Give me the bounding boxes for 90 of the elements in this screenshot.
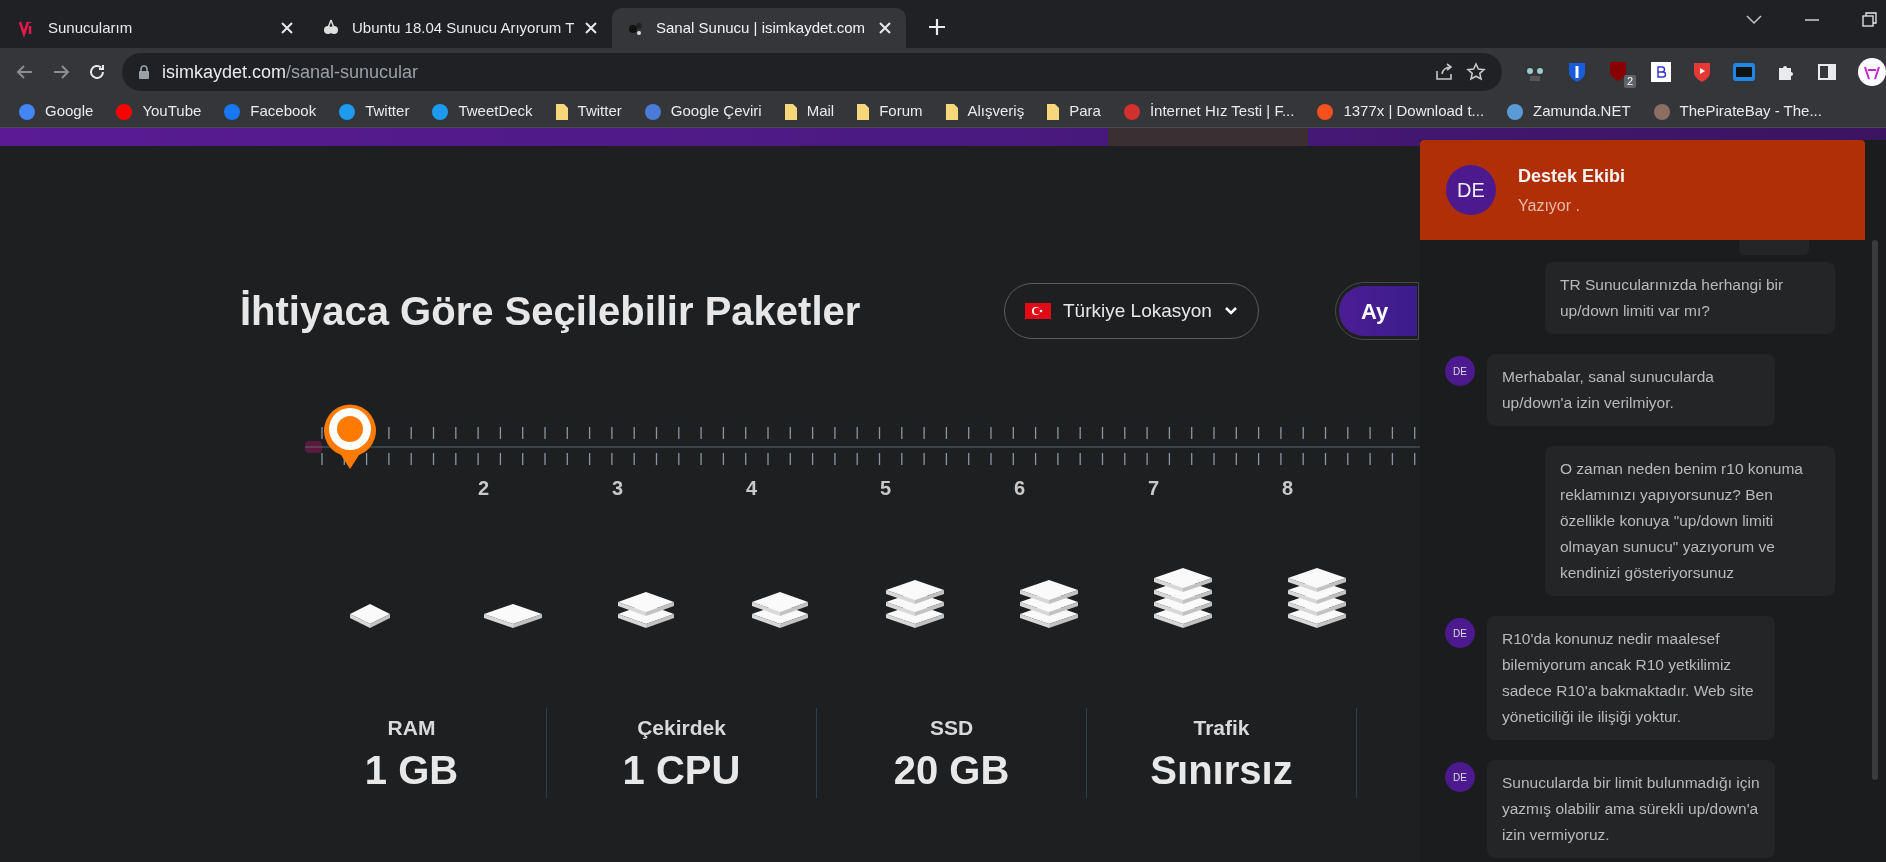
agent-avatar: DE bbox=[1445, 762, 1475, 792]
bookmark[interactable]: TweetDeck bbox=[431, 100, 533, 123]
bookmark[interactable]: Google Çeviri bbox=[643, 100, 762, 123]
message-bubble: Merhabalar, sanal sunucularda up/down'a izin verilmiyor. bbox=[1487, 354, 1775, 426]
site-icon bbox=[1652, 102, 1671, 121]
site-icon bbox=[18, 102, 36, 121]
spec-value: Sınırsız bbox=[1150, 746, 1293, 794]
turkey-flag-icon bbox=[1025, 303, 1051, 319]
close-icon[interactable] bbox=[280, 21, 294, 35]
tick-label: 2 bbox=[478, 476, 490, 501]
server-stack-drawing bbox=[484, 604, 542, 628]
close-icon[interactable] bbox=[878, 21, 892, 35]
play-shield-icon[interactable] bbox=[1692, 61, 1712, 83]
tick-label: 5 bbox=[880, 476, 892, 501]
shield-icon[interactable] bbox=[1567, 61, 1587, 83]
site-icon bbox=[338, 102, 357, 121]
server-stack-drawing bbox=[618, 592, 674, 628]
spec-label: RAM bbox=[387, 715, 436, 741]
server-stack-drawing bbox=[886, 580, 944, 628]
new-tab-icon[interactable] bbox=[928, 18, 946, 36]
avatar-icon[interactable] bbox=[1858, 58, 1886, 86]
bookmark[interactable]: Facebook bbox=[223, 100, 317, 123]
url-text: isimkaydet.com/sanal-sunucular bbox=[162, 60, 419, 84]
server-stack-drawing bbox=[350, 604, 390, 628]
agent-avatar: DE bbox=[1446, 165, 1496, 215]
browser-tab[interactable]: Sunucularım bbox=[4, 8, 308, 48]
bookmark[interactable]: YouTube bbox=[115, 100, 202, 123]
period-toggle[interactable]: Ay bbox=[1338, 286, 1417, 336]
letter-tile-icon[interactable] bbox=[1651, 62, 1671, 82]
site-icon bbox=[643, 102, 662, 121]
browser-tab[interactable]: Ubuntu 18.04 Sunucu Arıyorum T bbox=[308, 8, 612, 48]
site-icon bbox=[1316, 102, 1335, 121]
share-icon[interactable] bbox=[1434, 62, 1454, 82]
bookmark[interactable]: Twitter bbox=[554, 100, 622, 123]
file-icon bbox=[944, 102, 959, 121]
server-stack-drawing bbox=[1154, 568, 1212, 628]
agent-name: Destek Ekibi bbox=[1518, 164, 1626, 188]
tick-label: 6 bbox=[1014, 476, 1026, 501]
file-icon bbox=[554, 102, 569, 121]
message-bubble bbox=[1739, 240, 1809, 255]
bookmark[interactable]: Twitter bbox=[338, 100, 410, 123]
server-stack-drawing bbox=[752, 592, 808, 628]
file-icon bbox=[1046, 102, 1061, 121]
site-icon bbox=[1506, 102, 1525, 121]
bookmark[interactable]: Google bbox=[18, 100, 94, 123]
spec-label: SSD bbox=[929, 715, 974, 741]
tick-label: 4 bbox=[746, 476, 758, 501]
spec-label: Çekirdek bbox=[637, 715, 726, 741]
message-bubble: R10'da konunuz nedir maalesef bilemiyorum ancak R10 yetkilimiz sadece R10'a bakmaktadır. Web site yöneticiliği ile ilişiği yoktur. bbox=[1487, 616, 1775, 740]
scrollbar[interactable] bbox=[1872, 240, 1878, 780]
bookmark[interactable]: Mail bbox=[783, 100, 835, 123]
bookmark[interactable]: ThePirateBay - The... bbox=[1652, 100, 1822, 123]
file-icon bbox=[783, 102, 798, 121]
bookmark[interactable]: İnternet Hız Testi | F... bbox=[1122, 100, 1295, 123]
bookmark[interactable]: Zamunda.NET bbox=[1506, 100, 1631, 123]
site-icon bbox=[1122, 102, 1141, 121]
server-stack-drawing bbox=[1020, 580, 1078, 628]
spec-label: Trafik bbox=[1193, 715, 1250, 741]
section-heading: İhtiyaca Göre Seçilebilir Paketler bbox=[240, 288, 862, 335]
restore-icon[interactable] bbox=[1860, 10, 1880, 30]
bookmark[interactable]: Forum bbox=[856, 100, 923, 123]
message-bubble: TR Sunucularınızda herhangi bir up/down limiti var mı? bbox=[1545, 262, 1835, 334]
agent-avatar: DE bbox=[1445, 618, 1475, 648]
spec-value: 1 GB bbox=[364, 746, 459, 794]
count-badge: 2 bbox=[1623, 75, 1636, 88]
tick-label: 8 bbox=[1282, 476, 1294, 501]
browser-tab[interactable]: Sanal Sunucu | isimkaydet.com bbox=[612, 8, 906, 48]
spec-value: 20 GB bbox=[893, 746, 1010, 794]
file-icon bbox=[856, 102, 871, 121]
address-bar[interactable]: isimkaydet.com/sanal-sunucular bbox=[122, 53, 1502, 91]
lock-icon[interactable] bbox=[138, 65, 150, 79]
tick-label: 3 bbox=[612, 476, 624, 501]
server-stack-drawing bbox=[1288, 568, 1346, 628]
tick-label: 7 bbox=[1148, 476, 1160, 501]
chevron-down-icon bbox=[1223, 306, 1238, 316]
bookmark[interactable]: Alışveriş bbox=[944, 100, 1025, 123]
agent-avatar: DE bbox=[1445, 356, 1475, 386]
site-icon bbox=[115, 102, 134, 121]
bookmark[interactable]: 1377x | Download t... bbox=[1316, 100, 1485, 123]
site-icon bbox=[431, 102, 450, 121]
spec-value: 1 CPU bbox=[622, 746, 741, 794]
star-icon[interactable] bbox=[1466, 62, 1486, 82]
site-icon bbox=[223, 102, 242, 121]
bookmark[interactable]: Para bbox=[1046, 100, 1101, 123]
side-panel-icon[interactable] bbox=[1817, 62, 1837, 82]
message-bubble: Sunucularda bir limit bulunmadığı için yazmış olabilir ama sürekli up/down'a izin vermiyoruz. bbox=[1487, 760, 1775, 858]
message-bubble: O zaman neden benim r10 konuma reklamınızı yapıyorsunuz? Ben özellikle konuya "up/down limiti olmayan sunucu" yazıyorum ve kendinizi gösteriyorsunuz bbox=[1545, 446, 1835, 596]
typing-status: Yazıyor . bbox=[1518, 195, 1581, 216]
close-icon[interactable] bbox=[584, 21, 598, 35]
cc-icon[interactable] bbox=[1733, 63, 1755, 81]
